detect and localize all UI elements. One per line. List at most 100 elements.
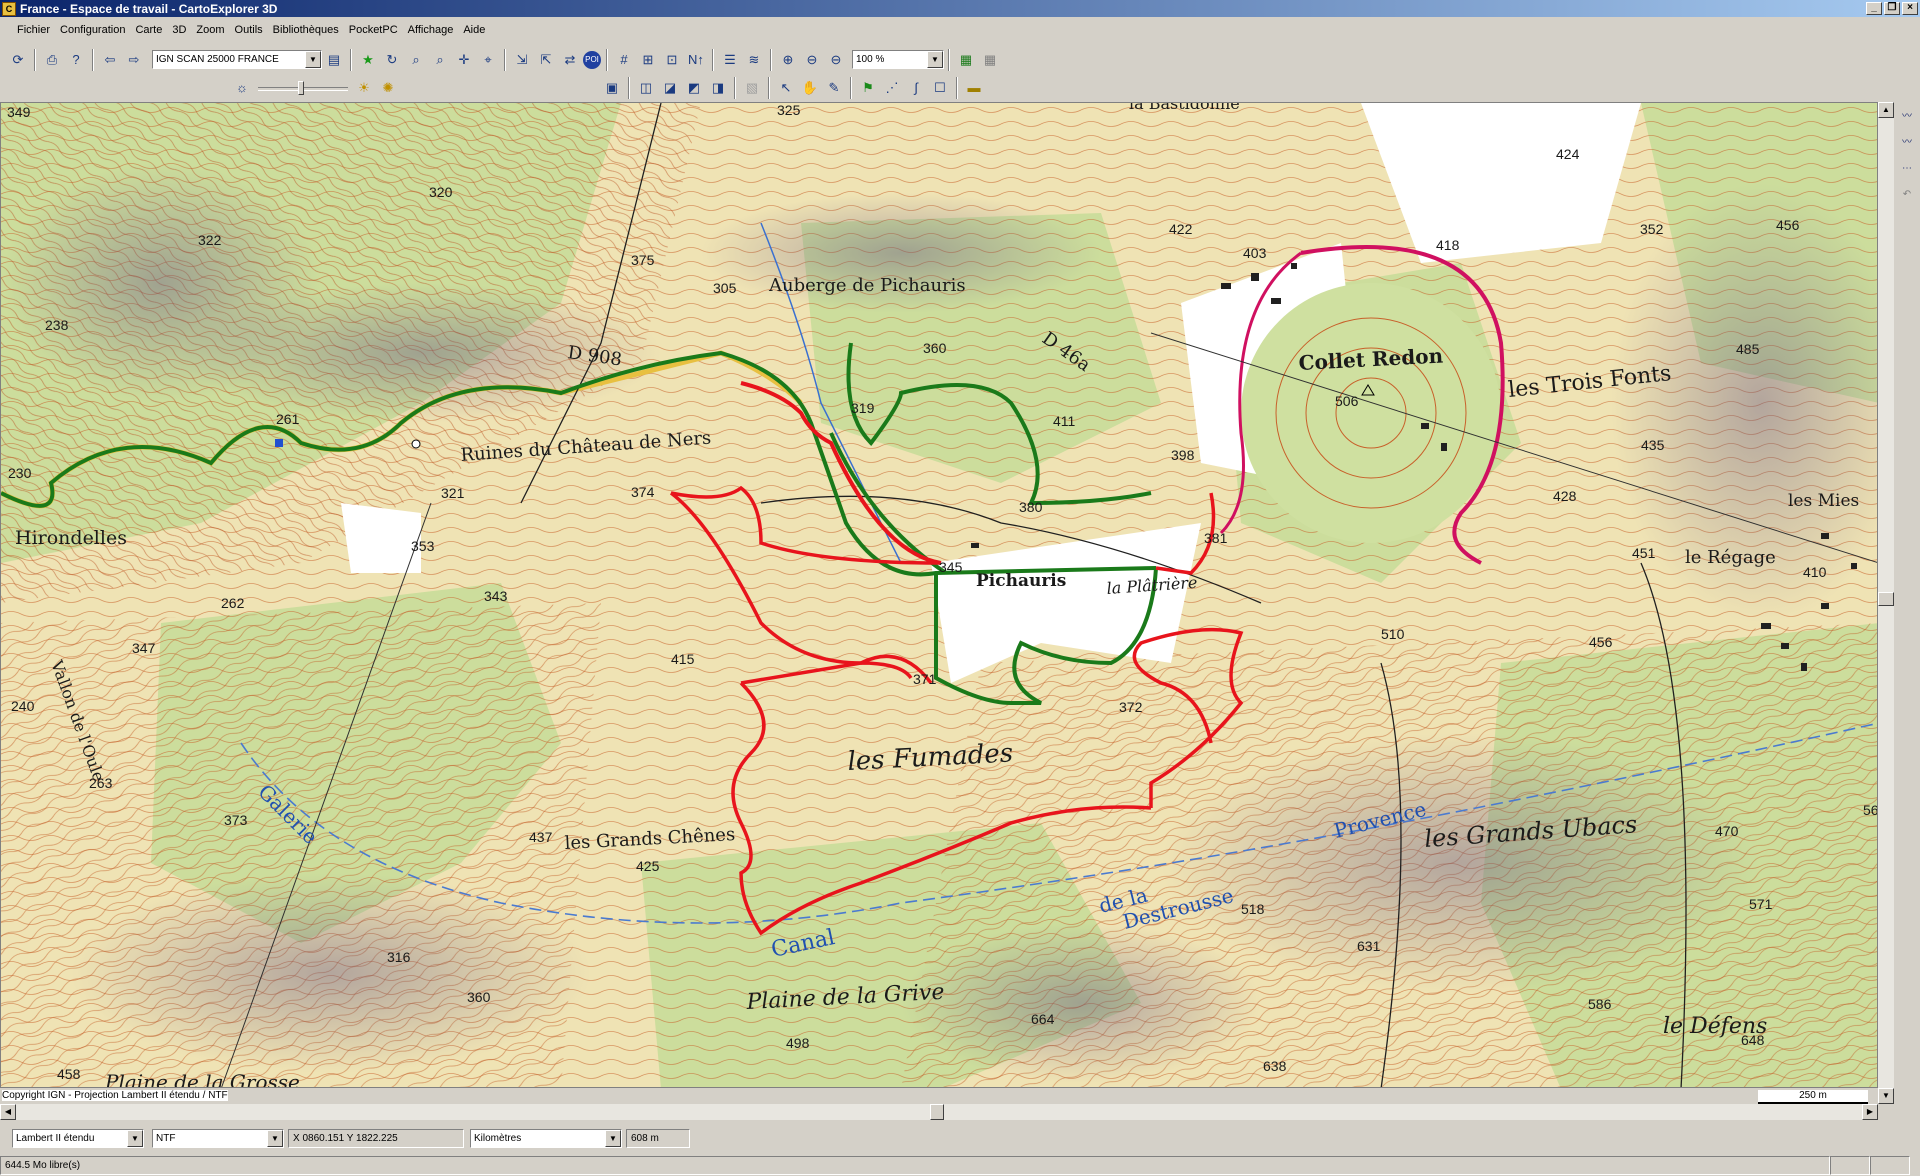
elevation: 325: [777, 103, 801, 118]
hand-icon[interactable]: ✋: [799, 77, 821, 99]
elevation: 422: [1169, 221, 1193, 237]
elevation: 571: [1749, 896, 1773, 912]
panel-icon[interactable]: ◩: [683, 77, 705, 99]
draw-icon[interactable]: ✎: [823, 77, 845, 99]
close-button[interactable]: ×: [1902, 2, 1918, 15]
menu-pocketpc[interactable]: PocketPC: [344, 24, 403, 36]
route-tool-icon[interactable]: ⋯: [1897, 158, 1917, 180]
refresh-icon[interactable]: ⟳: [7, 49, 29, 71]
poi-icon[interactable]: POI: [583, 50, 601, 69]
horizontal-scroll-thumb[interactable]: [930, 1104, 944, 1120]
elevation: 411: [1053, 413, 1076, 429]
list-icon[interactable]: ☰: [719, 49, 741, 71]
ruler-icon[interactable]: ▬: [963, 77, 985, 99]
slider-thumb[interactable]: [298, 80, 304, 95]
menu-outils[interactable]: Outils: [230, 24, 268, 36]
scroll-right-button[interactable]: ▶: [1862, 1104, 1878, 1120]
undo-icon[interactable]: ↶: [1897, 184, 1917, 206]
chevron-down-icon[interactable]: ▼: [267, 1129, 283, 1147]
import-icon[interactable]: ⇱: [535, 49, 557, 71]
chevron-down-icon[interactable]: ▼: [127, 1129, 143, 1147]
restore-button[interactable]: ❐: [1884, 2, 1900, 15]
north-icon[interactable]: N↑: [685, 49, 707, 71]
annotation-icon[interactable]: ☐: [929, 77, 951, 99]
disabled-tool-icon[interactable]: ▧: [741, 77, 763, 99]
chevron-down-icon[interactable]: ▼: [305, 51, 321, 68]
transfer-icon[interactable]: ⇄: [559, 49, 581, 71]
chevron-down-icon[interactable]: ▼: [605, 1129, 621, 1147]
vertical-scrollbar[interactable]: ▲ ▼: [1878, 102, 1894, 1104]
coordinates-readout: X 0860.151 Y 1822.225: [288, 1128, 464, 1148]
stack-icon[interactable]: ≋: [743, 49, 765, 71]
back-icon[interactable]: ⇦: [99, 49, 121, 71]
window-icon[interactable]: ◪: [659, 77, 681, 99]
brightness-auto-icon[interactable]: ✺: [377, 77, 399, 99]
forward-icon[interactable]: ⇨: [123, 49, 145, 71]
elevation: 456: [1589, 634, 1613, 650]
chevron-down-icon[interactable]: ▼: [927, 51, 943, 68]
polyline-icon[interactable]: ⋰: [881, 77, 903, 99]
layers-window-icon[interactable]: ▣: [601, 77, 623, 99]
select-arrow-icon[interactable]: ↖: [775, 77, 797, 99]
export-icon[interactable]: ⇲: [511, 49, 533, 71]
binoculars-icon[interactable]: ⌕: [405, 49, 427, 71]
3d-settings-icon[interactable]: ▦: [979, 49, 1001, 71]
map-canvas[interactable]: Auberge de Pichauris D 908 D 46a Ruines …: [1, 103, 1878, 1088]
menu-affichage[interactable]: Affichage: [403, 24, 459, 36]
grid-alt-icon[interactable]: ⊞: [637, 49, 659, 71]
brightness-slider[interactable]: [258, 79, 348, 97]
map-select-value: IGN SCAN 25000 FRANCE: [156, 54, 279, 65]
elevation: 360: [467, 989, 491, 1005]
map-view[interactable]: Auberge de Pichauris D 908 D 46a Ruines …: [0, 102, 1878, 1088]
units-select[interactable]: Kilomètres ▼: [470, 1128, 622, 1148]
track-icon[interactable]: ∫: [905, 77, 927, 99]
map-select[interactable]: IGN SCAN 25000 FRANCE ▼: [152, 50, 322, 69]
horizontal-scrollbar[interactable]: ◀ ▶: [0, 1104, 1878, 1120]
elevation: 470: [1715, 823, 1739, 839]
help-icon[interactable]: ?: [65, 49, 87, 71]
grid-select-icon[interactable]: ⊡: [661, 49, 683, 71]
elevation: 398: [1171, 447, 1195, 463]
menu-configuration[interactable]: Configuration: [55, 24, 130, 36]
brightness-high-icon[interactable]: ☀: [353, 77, 375, 99]
zoom-select[interactable]: 100 % ▼: [852, 50, 944, 69]
route-icon[interactable]: ↻: [381, 49, 403, 71]
scroll-left-button[interactable]: ◀: [0, 1104, 16, 1120]
print-icon[interactable]: ⎙: [41, 49, 63, 71]
zoom-out-icon[interactable]: ⊖: [801, 49, 823, 71]
elevation: 510: [1381, 626, 1405, 642]
search-icon[interactable]: ⌕: [429, 49, 451, 71]
elevation: 518: [1241, 901, 1265, 917]
crosshair-icon[interactable]: ✛: [453, 49, 475, 71]
toolbar-separator: [768, 76, 770, 99]
map-scale: 250 m: [1758, 1090, 1868, 1104]
menu-aide[interactable]: Aide: [458, 24, 490, 36]
3d-icon[interactable]: ▦: [955, 49, 977, 71]
menu-3d[interactable]: 3D: [167, 24, 191, 36]
elevation: 380: [1019, 499, 1043, 515]
minimize-button[interactable]: _: [1866, 2, 1882, 15]
grid-icon[interactable]: #: [613, 49, 635, 71]
scroll-up-button[interactable]: ▲: [1878, 102, 1894, 118]
layers-icon[interactable]: ▤: [323, 49, 345, 71]
zoom-out-alt-icon[interactable]: ⊖: [825, 49, 847, 71]
overview-icon[interactable]: ◨: [707, 77, 729, 99]
elevation-tool-icon[interactable]: 〰: [1897, 132, 1917, 154]
scroll-down-button[interactable]: ▼: [1878, 1088, 1894, 1104]
nmea-icon[interactable]: ⌖: [477, 49, 499, 71]
brightness-low-icon[interactable]: ☼: [231, 77, 253, 99]
flag-icon[interactable]: ⚑: [857, 77, 879, 99]
projection-select[interactable]: Lambert II étendu ▼: [12, 1128, 144, 1148]
elevation: 240: [11, 698, 35, 714]
menu-zoom[interactable]: Zoom: [191, 24, 229, 36]
menu-fichier[interactable]: Fichier: [12, 24, 55, 36]
menu-bibliotheques[interactable]: Bibliothèques: [268, 24, 344, 36]
vertical-scroll-thumb[interactable]: [1878, 592, 1894, 606]
menu-carte[interactable]: Carte: [130, 24, 167, 36]
profile-icon[interactable]: ◫: [635, 77, 657, 99]
projection-value: Lambert II étendu: [16, 1132, 95, 1144]
star-icon[interactable]: ★: [357, 49, 379, 71]
profile-tool-icon[interactable]: 〰: [1897, 106, 1917, 128]
zoom-in-icon[interactable]: ⊕: [777, 49, 799, 71]
datum-select[interactable]: NTF ▼: [152, 1128, 284, 1148]
